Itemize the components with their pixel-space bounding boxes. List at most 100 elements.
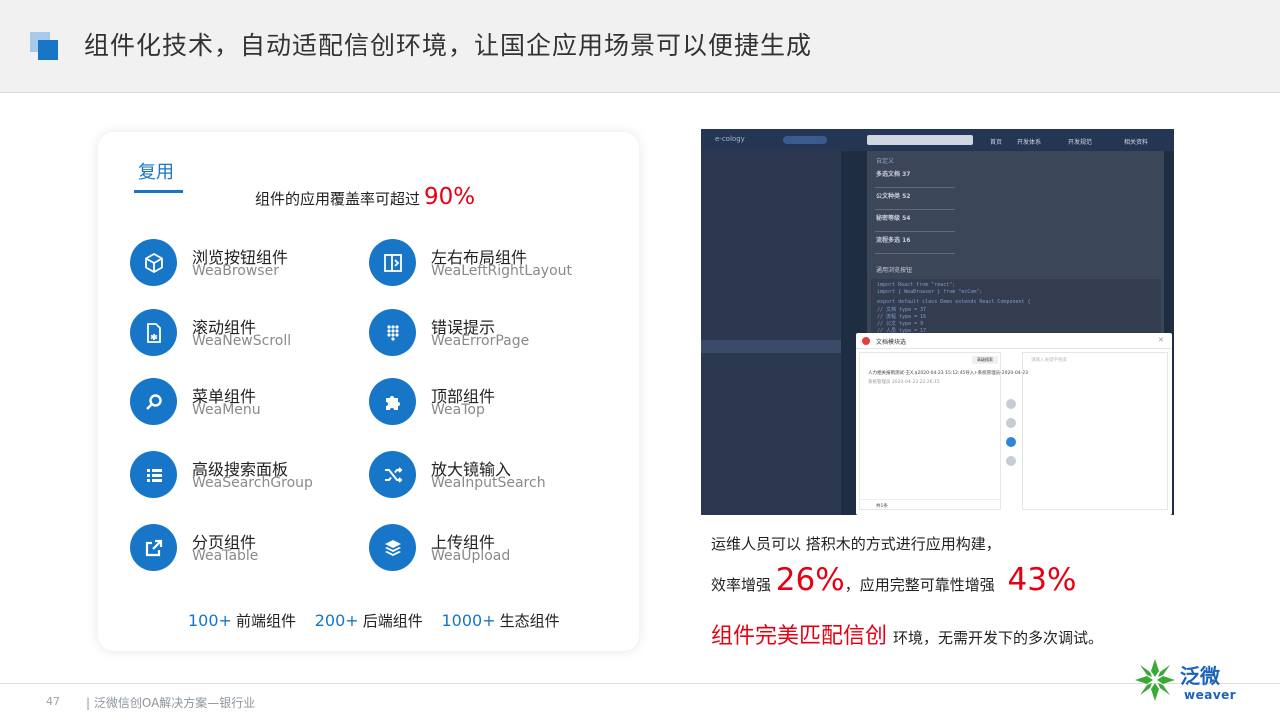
screenshot-field xyxy=(875,222,955,232)
code-line: // 流程 type = 16 xyxy=(877,314,927,320)
header-decor-square-dark xyxy=(38,40,58,60)
component-item: 上传组件 WeaUpload xyxy=(369,524,599,572)
component-name-en: WeaBrowser xyxy=(192,263,279,279)
component-item: 高级搜索面板 WeaSearchGroup xyxy=(130,451,360,499)
screenshot-field xyxy=(875,200,955,210)
screenshot-nav-item: 开发规范 xyxy=(1068,139,1093,146)
stat-label: 前端组件 xyxy=(235,612,296,630)
component-item: 放大镜输入 WeaInputSearch xyxy=(369,451,599,499)
layers-icon xyxy=(369,524,416,571)
dialog-title: 文档模块选 xyxy=(876,339,907,346)
grid-dots-icon xyxy=(369,309,416,356)
highlight-text: 组件完美匹配信创 xyxy=(711,624,888,649)
dialog-list-item-meta: 系统管理员 2020-04-23 22:26:15 xyxy=(868,380,940,385)
dialog-list-item: 人力相关报销测试-王X,$2020-04-23 15:12:45导入)-系统管理… xyxy=(868,371,1028,376)
code-line: import { WeaBrowser } from "ecCom"; xyxy=(877,289,983,295)
search-icon xyxy=(130,378,177,425)
weaver-logo-icon xyxy=(1135,659,1175,701)
list-icon xyxy=(130,451,177,498)
component-name-en: WeaInputSearch xyxy=(431,475,546,491)
component-item: 左右布局组件 WeaLeftRightLayout xyxy=(369,239,599,287)
component-name-en: WeaTable xyxy=(192,548,259,564)
component-name-en: WeaUpload xyxy=(431,548,511,564)
dialog-header: 文档模块选 ✕ xyxy=(856,333,1172,349)
efficiency-label: 效率增强 xyxy=(711,576,772,594)
stat-number: 1000+ xyxy=(441,611,496,630)
dialog-right-panel: 请输入关键字搜索 xyxy=(1022,352,1168,510)
code-line: // 文档 type = 37 xyxy=(877,307,927,313)
screenshot-field-label: 公文种类 52 xyxy=(876,193,911,200)
screenshot-field xyxy=(875,178,955,188)
page-title: 组件化技术，自动适配信创环境，让国企应用场景可以便捷生成 xyxy=(84,31,813,60)
screenshot-nav-item: 开发体系 xyxy=(1017,139,1042,146)
screenshot-field-label: 流程多选 16 xyxy=(876,237,911,244)
stat-number: 100+ xyxy=(188,611,232,630)
screenshot-sidebar xyxy=(701,151,841,515)
dialog-app-icon xyxy=(862,337,870,345)
puzzle-icon xyxy=(369,378,416,425)
screenshot-section-label: 通用浏览按钮 xyxy=(876,267,913,274)
screenshot-field-label: 多选文档 37 xyxy=(876,171,911,178)
description-line-2: 效率增强 26%，应用完整可靠性增强 43% xyxy=(711,562,1076,598)
stat-label: 生态组件 xyxy=(499,612,560,630)
weaver-logo-cn: 泛微 xyxy=(1180,664,1220,688)
tab-reuse[interactable]: 复用 xyxy=(138,158,174,184)
right-search-placeholder: 请输入关键字搜索 xyxy=(1031,358,1067,363)
coverage-label: 组件的应用覆盖率可超过 xyxy=(255,190,421,208)
stat-label: 后端组件 xyxy=(362,612,423,630)
code-line: export default class Demo extends React.… xyxy=(877,299,1031,305)
cube-icon xyxy=(130,239,177,286)
screenshot-field-label: 秘密等级 54 xyxy=(876,215,911,222)
efficiency-value: 26% xyxy=(775,562,845,598)
coverage-value: 90% xyxy=(424,184,476,210)
reliability-label: ，应用完整可靠性增强 xyxy=(844,576,995,594)
document-icon xyxy=(130,309,177,356)
component-name-en: WeaNewScroll xyxy=(192,333,292,349)
component-stats: 100+ 前端组件 200+ 后端组件 1000+ 生态组件 xyxy=(188,610,574,631)
component-name-en: WeaErrorPage xyxy=(431,333,530,349)
description-line-3: 组件完美匹配信创 环境，无需开发下的多次调试。 xyxy=(711,618,1103,650)
screenshot-field xyxy=(875,244,955,254)
component-item: 分页组件 WeaTable xyxy=(130,524,360,572)
transfer-arrow-icon xyxy=(1006,399,1016,409)
screenshot-search xyxy=(867,135,973,145)
stat-number: 200+ xyxy=(314,611,359,630)
component-item: 滚动组件 WeaNewScroll xyxy=(130,309,360,357)
components-card: 复用 组件的应用覆盖率可超过 90% 浏览按钮组件 WeaBrowser 左右布局… xyxy=(98,132,639,651)
component-item: 浏览按钮组件 WeaBrowser xyxy=(130,239,360,287)
layout-icon xyxy=(369,239,416,286)
screenshot-code-block: import React from "react"; import { WeaB… xyxy=(871,279,1161,341)
code-line: import React from "react"; xyxy=(877,282,956,288)
screenshot-section-label: 自定义 xyxy=(876,158,895,165)
advanced-search-button: 高级搜索 xyxy=(972,356,998,364)
screenshot-dialog: 文档模块选 ✕ 高级搜索 人力相关报销测试-王X,$2020-04-23 15:… xyxy=(856,333,1172,515)
transfer-arrow-icon xyxy=(1006,418,1016,428)
weaver-logo: 泛微 weaver xyxy=(1132,655,1242,707)
footer-text: | 泛微信创OA解决方案—银行业 xyxy=(86,696,256,710)
tab-underline xyxy=(134,190,183,193)
product-screenshot: e-cology 首页 开发体系 开发规范 相关资料 WeaTransfer 穿… xyxy=(701,129,1174,515)
reliability-value: 43% xyxy=(1007,562,1077,598)
weaver-logo-en: weaver xyxy=(1184,688,1237,702)
screenshot-nav-item: 首页 xyxy=(990,139,1003,146)
component-name-en: WeaSearchGroup xyxy=(192,475,313,491)
coverage-text: 组件的应用覆盖率可超过 90% xyxy=(255,184,475,210)
transfer-arrow-icon xyxy=(1006,437,1016,447)
external-link-icon xyxy=(130,524,177,571)
component-item: 错误提示 WeaErrorPage xyxy=(369,309,599,357)
dialog-left-panel: 高级搜索 人力相关报销测试-王X,$2020-04-23 15:12:45导入)… xyxy=(859,352,1028,510)
transfer-arrow-icon xyxy=(1006,456,1016,466)
footer-divider xyxy=(0,683,1280,684)
component-name-en: WeaTop xyxy=(431,402,485,418)
screenshot-toggle xyxy=(783,136,827,144)
dialog-pager: 共1条 xyxy=(860,499,1002,510)
component-name-en: WeaMenu xyxy=(192,402,261,418)
screenshot-brand: e-cology xyxy=(715,135,745,143)
header: 组件化技术，自动适配信创环境，让国企应用场景可以便捷生成 xyxy=(0,0,1280,93)
screenshot-nav-item: 相关资料 xyxy=(1124,139,1149,146)
screenshot-topbar: e-cology 首页 开发体系 开发规范 相关资料 xyxy=(701,129,1174,151)
page-number: 47 xyxy=(46,695,60,708)
description-line-1: 运维人员可以 搭积木的方式进行应用构建， xyxy=(711,535,1001,553)
shuffle-icon xyxy=(369,451,416,498)
close-icon: ✕ xyxy=(1158,336,1164,344)
